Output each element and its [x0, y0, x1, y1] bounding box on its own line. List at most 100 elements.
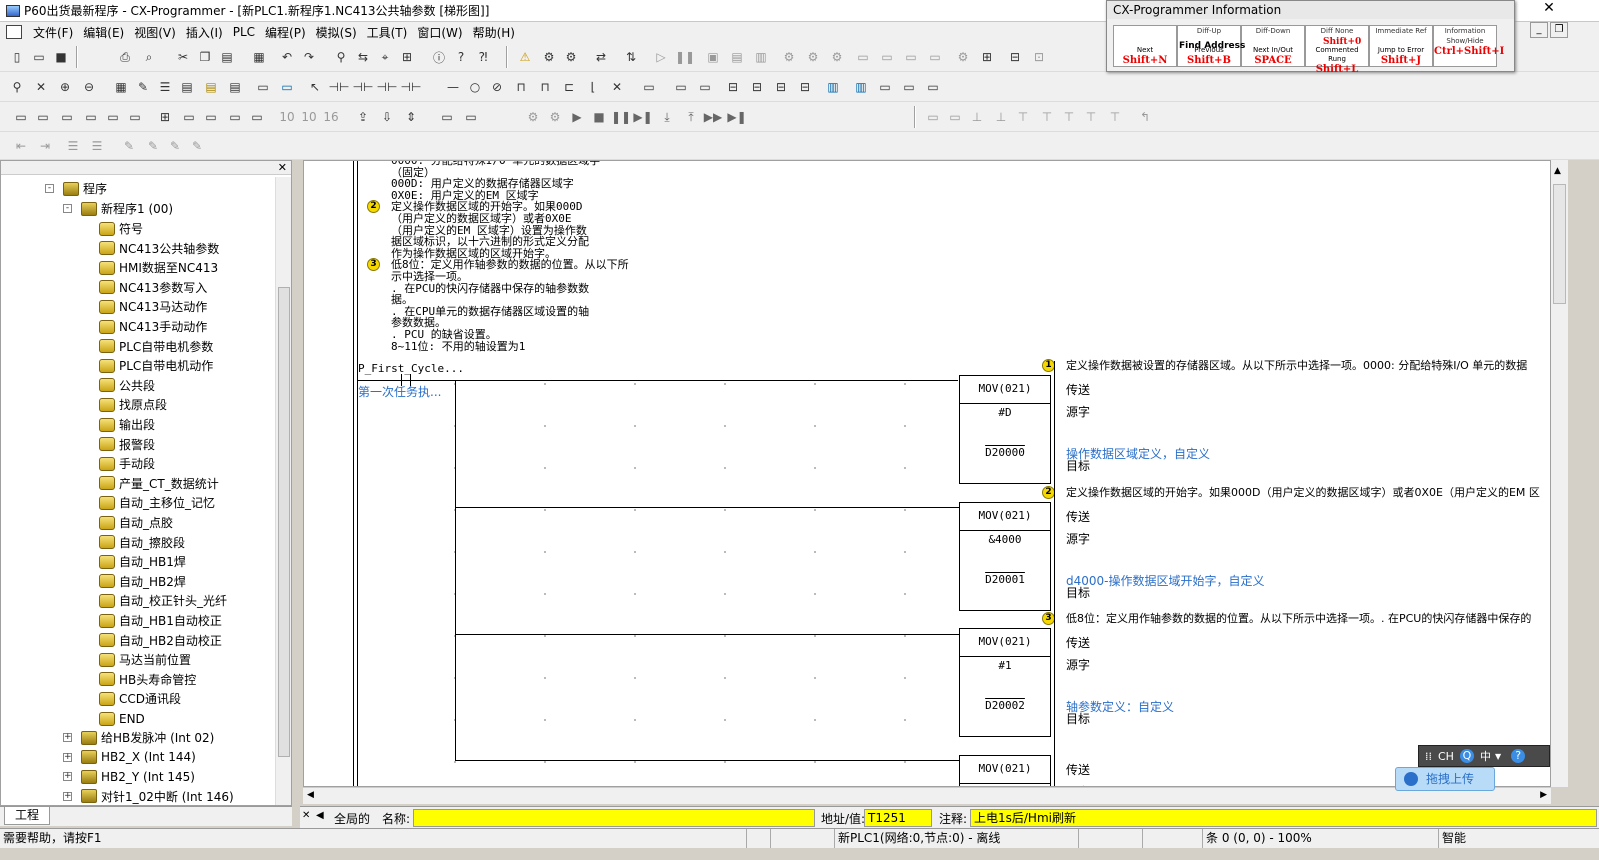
- tree-item-section[interactable]: 自动_HB1焊: [99, 552, 186, 571]
- sim-scan-icon[interactable]: ▶❚: [727, 108, 746, 126]
- cut-icon[interactable]: ✂: [174, 48, 192, 66]
- find-icon[interactable]: ⚲: [332, 48, 350, 66]
- menu-edit[interactable]: 编辑(E): [78, 24, 129, 41]
- find-address-icon[interactable]: ⌖: [376, 48, 394, 66]
- tree-item-section[interactable]: 自动_点胶: [99, 513, 173, 532]
- indent-icon[interactable]: ⇤: [12, 137, 30, 155]
- transfer-icon[interactable]: ⇅: [622, 48, 640, 66]
- tree-item-section[interactable]: HB头寿命管控: [99, 670, 196, 689]
- coil-icon[interactable]: ○: [466, 78, 484, 96]
- sim-continuous-icon[interactable]: ▶▶: [704, 108, 722, 126]
- diff-set-icon[interactable]: ⊟: [748, 78, 766, 96]
- mdi-restore-icon[interactable]: ❐: [1550, 22, 1568, 38]
- sim-connect-icon[interactable]: ⚙: [524, 108, 542, 126]
- address-ref-icon[interactable]: ▭: [876, 78, 894, 96]
- tree-item-task[interactable]: + HB2_X (Int 144): [63, 748, 196, 767]
- new-file-icon[interactable]: ▯: [8, 48, 26, 66]
- tree-item-section[interactable]: NC413手动动作: [99, 317, 207, 336]
- menu-insert[interactable]: 插入(I): [181, 24, 228, 41]
- pin-remove-icon[interactable]: ✎: [188, 137, 206, 155]
- sfc-return-icon[interactable]: ↰: [1136, 108, 1154, 126]
- upload-button[interactable]: 拖拽上传: [1395, 767, 1495, 791]
- sfc-branch-icon[interactable]: ⊥: [968, 108, 986, 126]
- pin-add-icon[interactable]: ✎: [166, 137, 184, 155]
- save-icon[interactable]: ■: [52, 48, 70, 66]
- properties-icon[interactable]: ▭: [900, 78, 918, 96]
- sim-pause-icon[interactable]: ❚❚: [611, 108, 631, 126]
- horizontal-line-icon[interactable]: —: [444, 78, 462, 96]
- symbol-table-icon[interactable]: ▤: [202, 78, 220, 96]
- ladder-vertical-scrollbar[interactable]: ▲: [1551, 160, 1568, 787]
- show-comment-icon[interactable]: ✎: [134, 78, 152, 96]
- contact-no-icon[interactable]: ⊣⊢: [329, 78, 350, 96]
- contact-name[interactable]: P_First_Cycle...: [358, 363, 464, 374]
- scroll-right-icon[interactable]: ▶: [1540, 790, 1547, 800]
- collapse-icon[interactable]: -: [63, 204, 72, 213]
- mnemonic-view-icon[interactable]: ▭: [672, 78, 690, 96]
- tree-item-section[interactable]: 找原点段: [99, 395, 167, 414]
- rung-icon[interactable]: ▤: [178, 78, 196, 96]
- instruction-alt-icon[interactable]: ⊓: [536, 78, 554, 96]
- select-pointer-icon[interactable]: ↖: [306, 78, 324, 96]
- tree-item-section[interactable]: END: [99, 709, 145, 728]
- sfc-parallel-icon[interactable]: ⊤: [1014, 108, 1032, 126]
- sim-config-icon[interactable]: ⚙: [546, 108, 564, 126]
- nav-prev-icon[interactable]: ◀: [316, 810, 324, 821]
- settings-icon[interactable]: ▭: [902, 48, 920, 66]
- tree-item-task[interactable]: + 给HB发脉冲 (Int 02): [63, 728, 214, 747]
- instruction-icon[interactable]: ⊓: [512, 78, 530, 96]
- sfc-transition-icon[interactable]: ▭: [946, 108, 964, 126]
- info-icon[interactable]: ⓘ: [430, 48, 448, 66]
- download-icon[interactable]: ⇩: [378, 108, 396, 126]
- monitor-mode-icon[interactable]: ▤: [728, 48, 746, 66]
- tree-item-task[interactable]: + 对针1_02中断 (Int 146): [63, 787, 234, 805]
- io-window-icon[interactable]: ▭: [126, 108, 144, 126]
- menu-file[interactable]: 文件(F): [28, 24, 78, 41]
- memory-card-icon[interactable]: ▭: [248, 108, 266, 126]
- expand-icon[interactable]: +: [63, 772, 72, 782]
- ime-lang[interactable]: CH: [1438, 750, 1454, 763]
- sim-icon[interactable]: ⊟: [1006, 48, 1024, 66]
- collapse-icon[interactable]: -: [45, 184, 54, 193]
- online-icon[interactable]: ⇄: [592, 48, 610, 66]
- tree-item-section[interactable]: 自动_主移位_记忆: [99, 493, 215, 512]
- replace-icon[interactable]: ⇆: [354, 48, 372, 66]
- task-window-icon[interactable]: ⊞: [156, 108, 174, 126]
- tree-item-section[interactable]: NC413参数写入: [99, 278, 207, 297]
- contact-or-icon[interactable]: ⊣⊢: [377, 78, 398, 96]
- zoom-fit-icon[interactable]: ✕: [32, 78, 50, 96]
- st-icon[interactable]: ▭: [278, 78, 296, 96]
- delete-icon[interactable]: ▦: [250, 48, 268, 66]
- mnemonic-window-icon[interactable]: ▭: [58, 108, 76, 126]
- compile-icon[interactable]: ⚙: [540, 48, 558, 66]
- tree-item-section[interactable]: 产量_CT_数据统计: [99, 474, 219, 493]
- zoom-out-icon[interactable]: ⊖: [80, 78, 98, 96]
- zoom-icon[interactable]: ⚲: [8, 78, 26, 96]
- contact-symbol-left[interactable]: [401, 374, 402, 386]
- panel-close-icon[interactable]: ✕: [278, 161, 287, 174]
- output-window-icon[interactable]: ▤: [226, 78, 244, 96]
- tree-item-section[interactable]: CCD通讯段: [99, 689, 181, 708]
- scroll-left-icon[interactable]: ◀: [307, 790, 314, 800]
- outdent-icon[interactable]: ⇥: [36, 137, 54, 155]
- scroll-up-icon[interactable]: ▲: [1554, 166, 1561, 176]
- compare-icon[interactable]: ⇕: [402, 108, 420, 126]
- diff-reset-icon[interactable]: ⊟: [772, 78, 790, 96]
- redo-icon[interactable]: ↷: [300, 48, 318, 66]
- memory-window-icon[interactable]: ▭: [104, 108, 122, 126]
- function-block-icon[interactable]: ▭: [180, 108, 198, 126]
- tree-item-section[interactable]: 公共段: [99, 376, 155, 395]
- sim-step-out-icon[interactable]: ⤒: [682, 108, 700, 126]
- zoom-in-icon[interactable]: ⊕: [56, 78, 74, 96]
- trace-icon[interactable]: ⚙: [954, 48, 972, 66]
- tree-item-section[interactable]: 自动_HB2自动校正: [99, 631, 222, 650]
- data-trace-icon[interactable]: ▥: [824, 78, 842, 96]
- expand-icon[interactable]: +: [63, 752, 72, 762]
- document-icon[interactable]: [6, 25, 22, 39]
- tree-item-section[interactable]: 自动_HB2焊: [99, 572, 186, 591]
- stop-mode-icon[interactable]: ❚❚: [675, 48, 695, 66]
- undo-icon[interactable]: ↶: [278, 48, 296, 66]
- close-window-icon[interactable]: ✕: [1537, 0, 1561, 16]
- coil-nc-icon[interactable]: ⊘: [488, 78, 506, 96]
- symbol-window-icon[interactable]: ▭: [82, 108, 100, 126]
